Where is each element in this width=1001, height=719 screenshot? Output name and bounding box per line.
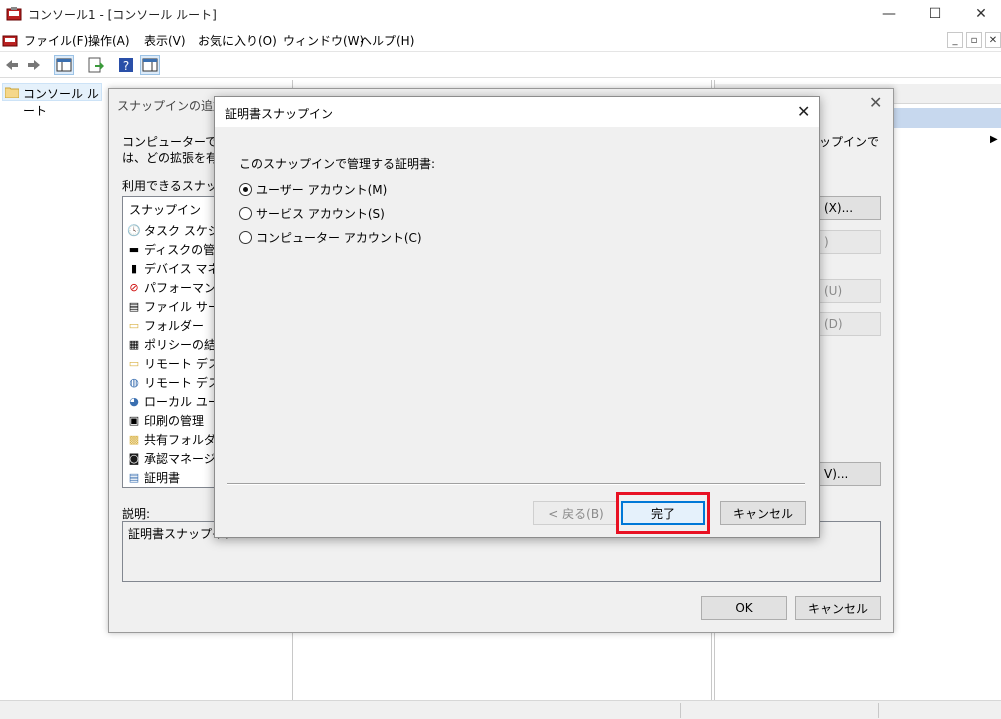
status-divider bbox=[878, 703, 879, 718]
available-snapins-list[interactable]: スナップイン 🕓タスク スケジュー ▬ディスクの管理 ▮デバイス マネージ ⊘パ… bbox=[122, 196, 218, 488]
list-item[interactable]: ▩共有フォルダー bbox=[127, 430, 217, 448]
cancel-button[interactable]: キャンセル bbox=[720, 501, 806, 525]
svg-text:?: ? bbox=[123, 59, 129, 73]
window-title: コンソール1 - [コンソール ルート] bbox=[28, 8, 217, 22]
printer-icon: ▣ bbox=[128, 413, 140, 427]
minimize-button[interactable]: — bbox=[866, 0, 912, 28]
menu-action[interactable]: 操作(A) bbox=[88, 32, 130, 49]
export-list-icon[interactable] bbox=[86, 55, 106, 75]
performance-icon: ⊘ bbox=[129, 280, 139, 294]
close-icon[interactable]: ✕ bbox=[797, 102, 810, 121]
list-item[interactable]: ◍リモート デスクト bbox=[127, 373, 217, 391]
users-icon: ◕ bbox=[129, 394, 139, 408]
tree-item-console-root[interactable]: コンソール ルート bbox=[2, 83, 102, 118]
authorization-icon: ◙ bbox=[128, 451, 140, 465]
clock-icon: 🕓 bbox=[127, 223, 141, 237]
folder-icon: ▭ bbox=[128, 356, 140, 370]
menu-favorites[interactable]: お気に入り(O) bbox=[198, 32, 277, 49]
mdi-minimize-button[interactable]: _ bbox=[947, 32, 963, 48]
ok-button[interactable]: OK bbox=[701, 596, 787, 620]
radio-button[interactable] bbox=[239, 207, 252, 220]
list-item[interactable]: ▬ディスクの管理 bbox=[127, 240, 217, 258]
list-item[interactable]: ▦ポリシーの結果 bbox=[127, 335, 217, 353]
menu-window[interactable]: ウィンドウ(W) bbox=[283, 32, 364, 49]
remote-desktop-icon: ◍ bbox=[129, 375, 139, 389]
cancel-button[interactable]: キャンセル bbox=[795, 596, 881, 620]
list-header[interactable]: スナップイン bbox=[129, 201, 201, 218]
tree-item-label: コンソール ルート bbox=[23, 87, 99, 118]
list-item[interactable]: ▮デバイス マネージ bbox=[127, 259, 217, 277]
mmc-app-icon bbox=[6, 7, 22, 21]
radio-button[interactable] bbox=[239, 231, 252, 244]
menu-file[interactable]: ファイル(F) bbox=[24, 32, 88, 49]
list-item[interactable]: ◙承認マネージャ bbox=[127, 449, 217, 467]
list-item[interactable]: ▭リモート デスクト bbox=[127, 354, 217, 372]
title-bar: コンソール1 - [コンソール ルート] — ☐ ✕ bbox=[0, 0, 1001, 28]
disk-icon: ▬ bbox=[128, 242, 140, 256]
radio-button[interactable] bbox=[239, 183, 252, 196]
toolbar: ? bbox=[0, 52, 1001, 78]
certificate-icon: ▤ bbox=[128, 470, 140, 484]
device-icon: ▮ bbox=[130, 261, 138, 275]
separator bbox=[227, 483, 805, 485]
menu-help[interactable]: ヘルプ(H) bbox=[360, 32, 414, 49]
dialog-description-right: ップインで bbox=[819, 135, 880, 149]
show-tree-icon[interactable] bbox=[54, 55, 74, 75]
list-item[interactable]: ◕ローカル ユーザー bbox=[127, 392, 217, 410]
status-bar bbox=[0, 700, 1001, 719]
close-icon[interactable]: ✕ bbox=[869, 93, 882, 112]
menu-bar: ファイル(F) 操作(A) 表示(V) お気に入り(O) ウィンドウ(W) ヘル… bbox=[0, 28, 1001, 52]
list-item[interactable]: ▭ フォルダー bbox=[127, 316, 204, 334]
show-action-pane-icon[interactable] bbox=[140, 55, 160, 75]
folder-icon: ▭ bbox=[128, 318, 140, 332]
dialog-title: 証明書スナップイン bbox=[225, 107, 334, 121]
list-item[interactable]: ▤ファイル サーバー bbox=[127, 297, 217, 315]
chevron-right-icon[interactable]: ▶ bbox=[990, 134, 998, 145]
mdi-close-button[interactable]: ✕ bbox=[985, 32, 1001, 48]
list-item[interactable]: ▣ 印刷の管理 bbox=[127, 411, 204, 429]
help-icon[interactable]: ? bbox=[116, 55, 136, 75]
list-item[interactable]: ⊘パフォーマンス モ bbox=[127, 278, 217, 296]
back-arrow-icon[interactable] bbox=[2, 55, 22, 75]
menu-view[interactable]: 表示(V) bbox=[144, 32, 186, 49]
prompt-label: このスナップインで管理する証明書: bbox=[239, 157, 436, 171]
radio-service-account[interactable]: サービス アカウント(S) bbox=[239, 205, 385, 222]
maximize-button[interactable]: ☐ bbox=[912, 0, 958, 28]
radio-computer-account[interactable]: コンピューター アカウント(C) bbox=[239, 229, 422, 246]
back-button[interactable]: < 戻る(B) bbox=[533, 501, 619, 525]
shared-folder-icon: ▩ bbox=[128, 432, 140, 446]
description-label: 説明: bbox=[122, 507, 151, 521]
policy-icon: ▦ bbox=[128, 337, 140, 351]
finish-button[interactable]: 完了 bbox=[621, 501, 705, 525]
list-item[interactable]: ▤ 証明書 bbox=[127, 468, 180, 486]
mdi-restore-button[interactable]: ▫ bbox=[966, 32, 982, 48]
file-server-icon: ▤ bbox=[128, 299, 140, 313]
status-divider bbox=[680, 703, 681, 718]
radio-user-account[interactable]: ユーザー アカウント(M) bbox=[239, 181, 387, 198]
close-window-button[interactable]: ✕ bbox=[958, 0, 1001, 28]
certificates-snapin-dialog: 証明書スナップイン ✕ このスナップインで管理する証明書: ユーザー アカウント… bbox=[214, 96, 820, 538]
list-item[interactable]: 🕓タスク スケジュー bbox=[127, 221, 217, 239]
forward-arrow-icon[interactable] bbox=[24, 55, 44, 75]
mmc-menu-icon[interactable] bbox=[2, 32, 18, 48]
folder-icon bbox=[5, 87, 19, 98]
